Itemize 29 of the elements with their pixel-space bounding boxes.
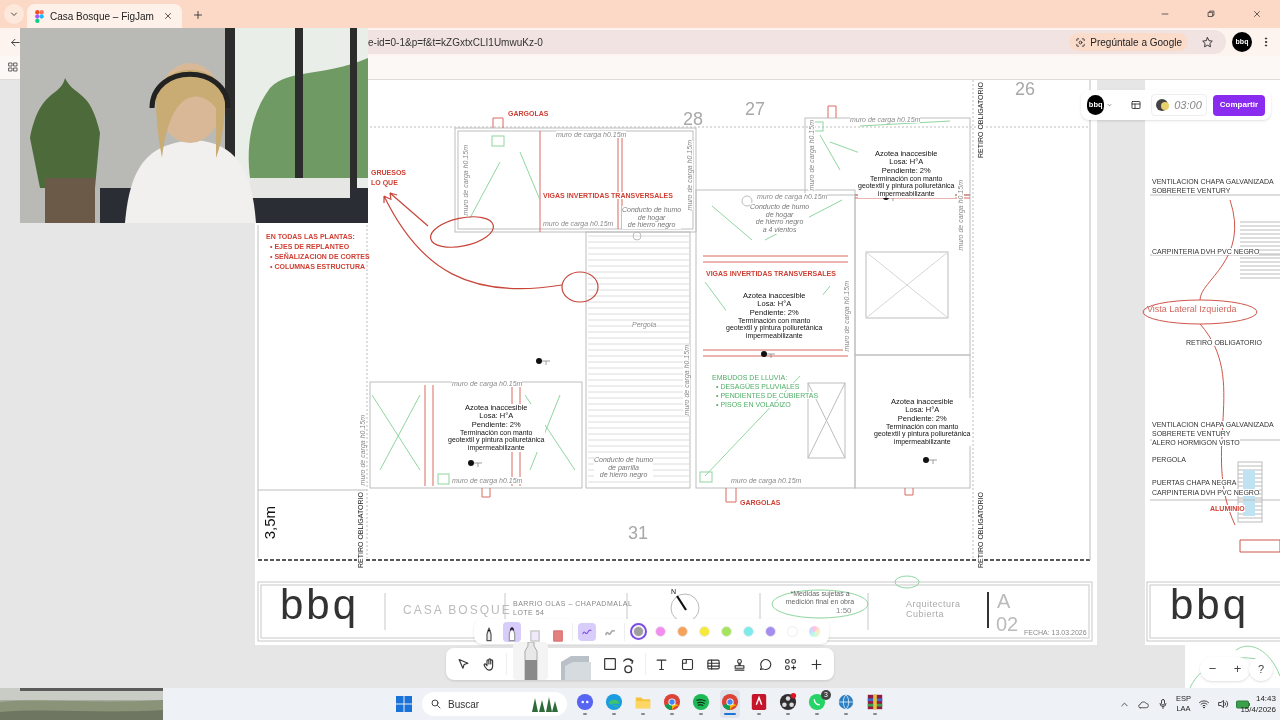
dimension-label: 3,5m [262,506,277,540]
date-label: 31 [628,524,649,542]
date-label: 28 [683,110,704,128]
share-button[interactable]: Compartir [1212,94,1265,116]
ask-google-button[interactable]: Pregúntale a Google [1069,33,1188,51]
sheet-number: 02 [996,614,1019,634]
logo-text: bbq [280,584,360,626]
date-text: 15/4/2026 [1240,704,1276,715]
view-title: Vista Lateral Izquierda [1147,305,1237,314]
search-placeholder: Buscar [448,697,481,712]
sheet-title: Arquitectura [906,600,961,609]
logo-text: bbq [1170,584,1250,626]
date-label: 26 [1015,80,1036,98]
taskbar-search-field[interactable]: Buscar [422,692,567,716]
tab-title: Casa Bosque – FigJam [50,9,155,24]
project-name: CASA BOSQUE [403,604,512,616]
url-text: e-id=0-1&p=f&t=kZGxtxCLI1UmwuKz-0 [368,35,543,50]
scale-text: 1:50 [836,607,852,615]
clock[interactable]: 14:43 15/4/2026 [1228,690,1276,718]
sheet-subtitle: Cubierta [906,610,945,619]
address-field[interactable]: e-id=0-1&p=f&t=kZGxtxCLI1UmwuKz-0 Pregúntale a Google [368,30,1226,54]
sheet-letter: A [997,591,1011,611]
date-label: 27 [745,100,766,118]
timer-text: 03:00 [1174,97,1202,113]
timer-button[interactable]: 03:00 [1151,94,1207,116]
time-text: 14:43 [1255,693,1276,704]
browser-tab[interactable]: Casa Bosque – FigJam [27,4,182,28]
zoom-out-button[interactable]: − [1200,657,1225,681]
zoom-in-button[interactable]: + [1225,657,1250,681]
